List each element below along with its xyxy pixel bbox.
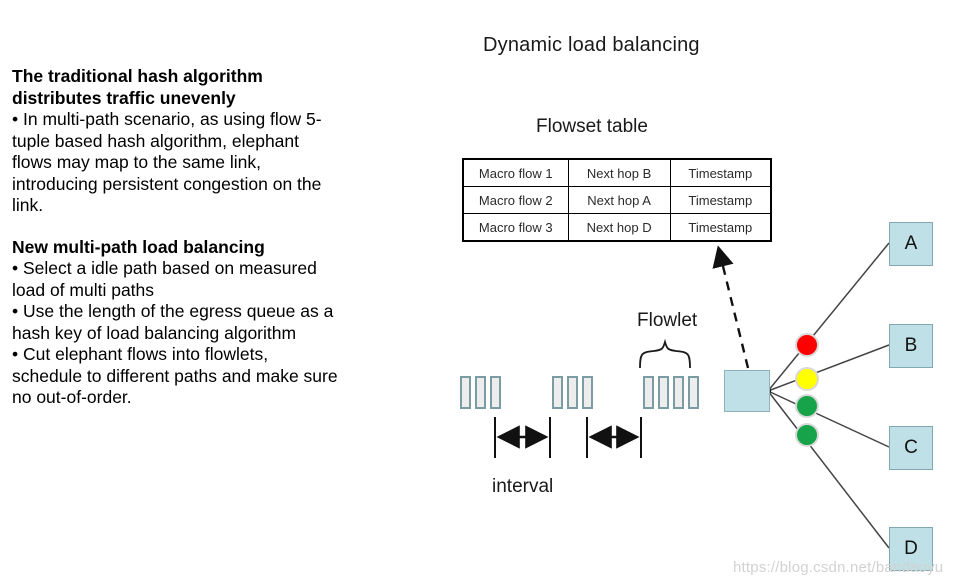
- interval-label: interval: [492, 476, 554, 497]
- block2-body-line2: load of multi paths: [12, 279, 155, 300]
- flowset-table: Macro flow 1 Next hop B Timestamp Macro …: [462, 158, 772, 242]
- switch-node: [724, 370, 770, 412]
- block1-body-line3: flows may map to the same link,: [12, 152, 261, 172]
- packet-block: [673, 376, 684, 409]
- path-links-fanout: [765, 242, 890, 549]
- text-block-spacer: [12, 217, 404, 237]
- destination-label: D: [904, 538, 918, 559]
- flowlet-brace: [639, 338, 691, 369]
- packet-block: [688, 376, 699, 409]
- queue-status-green-2-icon: [795, 423, 819, 447]
- packet-block: [460, 376, 471, 409]
- cell-timestamp: Timestamp: [669, 213, 772, 242]
- block1-body-line2: tuple based hash algorithm, elephant: [12, 130, 300, 151]
- packet-block: [582, 376, 593, 409]
- block2-body-line4: hash key of load balancing algorithm: [12, 322, 297, 343]
- block1-body-line5: link.: [12, 195, 44, 215]
- block2-body-line3: • Use the length of the egress queue as …: [12, 301, 334, 321]
- block2-body-line1: • Select a idle path based on measured: [12, 258, 317, 278]
- packet-block: [658, 376, 669, 409]
- flowset-table-title: Flowset table: [536, 116, 648, 137]
- link-to-c: [767, 390, 890, 448]
- flowlet-label: Flowlet: [637, 310, 698, 331]
- block1-body-line1: • In multi-path scenario, as using flow …: [12, 109, 322, 129]
- block1-heading-line2: distributes traffic unevenly: [12, 87, 236, 108]
- link-to-d: [767, 390, 890, 549]
- table-row: Macro flow 1 Next hop B Timestamp: [462, 158, 772, 187]
- cell-macro-flow: Macro flow 3: [462, 213, 569, 242]
- packet-block: [552, 376, 563, 409]
- destination-label: A: [904, 233, 918, 254]
- cell-timestamp: Timestamp: [669, 158, 772, 187]
- block2-heading-line1: New multi-path load balancing: [12, 236, 265, 257]
- block2-body-line6: schedule to different paths and make sur…: [12, 365, 338, 386]
- interval-measure-2: [586, 417, 642, 458]
- cell-timestamp: Timestamp: [669, 186, 772, 214]
- packet-block: [567, 376, 578, 409]
- cell-next-hop: Next hop B: [567, 158, 671, 187]
- destination-node-b: B: [889, 324, 933, 368]
- cell-macro-flow: Macro flow 1: [462, 158, 569, 187]
- watermark: https://blog.csdn.net/bandaoyu: [733, 559, 944, 576]
- text-block-new-multipath: New multi-path load balancing • Select a…: [12, 237, 404, 409]
- dashed-arrow-to-flowset-table: [712, 245, 750, 369]
- link-to-a: [767, 242, 890, 392]
- destination-label: C: [904, 437, 918, 458]
- link-to-b: [767, 344, 890, 392]
- table-row: Macro flow 2 Next hop A Timestamp: [462, 186, 772, 214]
- packet-block: [490, 376, 501, 409]
- cell-next-hop: Next hop A: [567, 186, 671, 214]
- packet-block: [643, 376, 654, 409]
- packet-block: [475, 376, 486, 409]
- cell-next-hop: Next hop D: [567, 213, 671, 242]
- destination-node-c: C: [889, 426, 933, 470]
- queue-status-red-icon: [795, 333, 819, 357]
- queue-status-yellow-icon: [795, 367, 819, 391]
- interval-measure-1: [494, 417, 551, 458]
- block2-body-line7: no out-of-order.: [12, 387, 132, 407]
- destination-label: B: [904, 335, 918, 356]
- text-block-traditional-hash: The traditional hash algorithm distribut…: [12, 66, 404, 217]
- page-title: Dynamic load balancing: [483, 34, 700, 56]
- block2-body-line5: • Cut elephant flows into flowlets,: [12, 344, 269, 364]
- table-row: Macro flow 3 Next hop D Timestamp: [462, 213, 772, 242]
- cell-macro-flow: Macro flow 2: [462, 186, 569, 214]
- block1-body-line4: introducing persistent congestion on the: [12, 173, 322, 194]
- left-text-column: The traditional hash algorithm distribut…: [12, 66, 404, 409]
- queue-status-green-1-icon: [795, 394, 819, 418]
- destination-node-a: A: [889, 222, 933, 266]
- block1-heading-line1: The traditional hash algorithm: [12, 66, 263, 86]
